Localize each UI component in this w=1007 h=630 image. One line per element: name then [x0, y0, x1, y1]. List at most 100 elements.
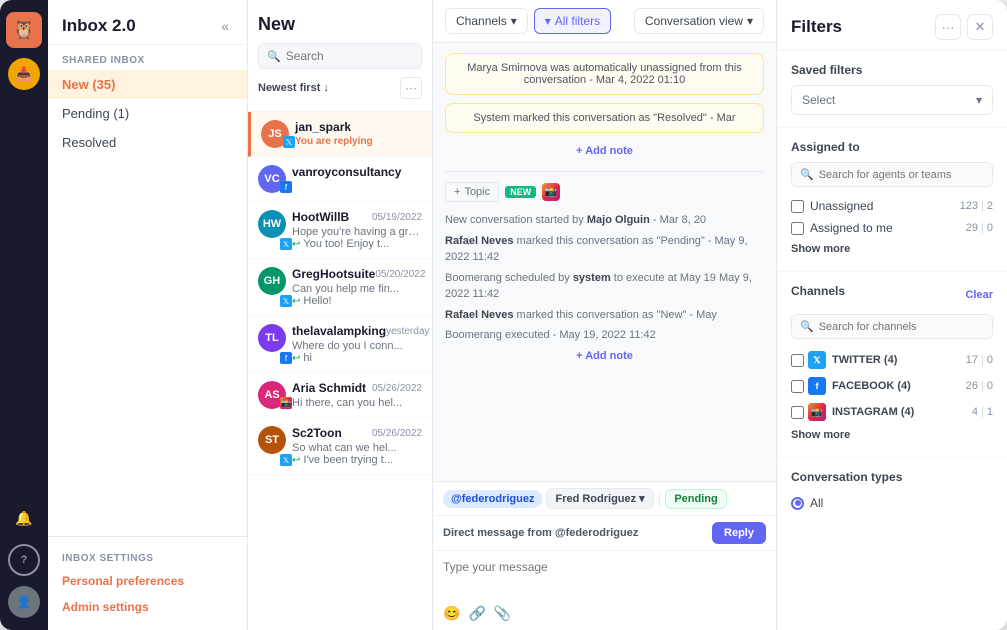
conv-item-hootwillb[interactable]: HW HootWillB 05/19/2022 Hope you're havi… — [248, 202, 432, 259]
reply-user-tag[interactable]: @federodriguez — [443, 490, 542, 508]
avatar-sc2toon: ST — [258, 426, 286, 454]
channels-search-box[interactable]: 🔍 — [791, 314, 993, 339]
admin-settings-link[interactable]: Admin settings — [48, 594, 247, 620]
bell-icon[interactable]: 🔔 — [8, 502, 40, 534]
reply-text-area[interactable] — [433, 551, 776, 601]
reply-status-tag[interactable]: Pending — [665, 489, 726, 509]
channels-section: Channels Clear 🔍 𝕏 TWITTER (4) 17 — [777, 272, 1007, 458]
conv-item-lavalamp[interactable]: TL thelavalampking yesterday Where do yo… — [248, 316, 432, 373]
search-channels-icon: 🔍 — [800, 320, 814, 333]
facebook-count: 26 | 0 — [966, 380, 993, 392]
saved-filters-dropdown[interactable]: Select ▾ — [791, 85, 993, 115]
facebook-checkbox[interactable] — [791, 380, 804, 393]
conv-types-title: Conversation types — [791, 470, 993, 484]
avatar-lavalamp: TL — [258, 324, 286, 352]
reply-toolbar: @federodriguez Fred Rodriguez ▾ | Pendin… — [433, 482, 776, 516]
channels-filter-button[interactable]: Channels ▾ — [445, 8, 528, 34]
filters-panel: Filters ··· ✕ Saved filters Select ▾ Ass… — [777, 0, 1007, 630]
conv-type-all-row[interactable]: All — [791, 492, 993, 514]
more-options-icon-button[interactable]: ··· — [935, 14, 961, 40]
twitter-channel-icon-greg: 𝕏 — [280, 295, 292, 307]
reply-agent-tag[interactable]: Fred Rodriguez ▾ — [546, 488, 653, 509]
sort-row: Newest first ↓ ··· — [258, 77, 422, 103]
conv-item-jan-spark[interactable]: JS jan_spark You are replying 𝕏 — [248, 112, 432, 157]
twitter-checkbox[interactable] — [791, 354, 804, 367]
inbox-icon[interactable]: 📥 — [8, 58, 40, 90]
personal-preferences-link[interactable]: Personal preferences — [48, 568, 247, 594]
saved-filters-section: Saved filters Select ▾ — [777, 51, 1007, 128]
conv-messages: Marya Smirnova was automatically unassig… — [433, 43, 776, 481]
nav-item-pending[interactable]: Pending (1) — [48, 99, 247, 128]
emoji-icon[interactable]: 😊 — [443, 605, 460, 622]
conv-item-aria[interactable]: AS Aria Schmidt 05/26/2022 Hi there, can… — [248, 373, 432, 418]
assigned-to-search-box[interactable]: 🔍 — [791, 162, 993, 187]
twitter-channel-icon-hootwillb: 𝕏 — [280, 238, 292, 250]
reply-button[interactable]: Reply — [712, 522, 766, 544]
unassigned-row: Unassigned 123 | 2 — [791, 195, 993, 217]
instagram-channel-row: 📸 INSTAGRAM (4) 4 | 1 — [791, 399, 993, 425]
add-note-button-1[interactable]: + Add note — [445, 141, 764, 161]
unassigned-label[interactable]: Unassigned — [791, 199, 873, 213]
add-note-button-2[interactable]: + Add note — [445, 346, 764, 366]
event-3: Boomerang scheduled by system to execute… — [445, 268, 764, 305]
assigned-show-more[interactable]: Show more — [791, 239, 993, 259]
topic-bar: + Topic NEW 📸 — [445, 182, 764, 202]
twitter-icon: 𝕏 — [808, 351, 826, 369]
help-icon[interactable]: ? — [8, 544, 40, 576]
nav-section-label: Shared Inbox — [48, 45, 247, 70]
assigned-to-title: Assigned to — [791, 140, 993, 154]
conv-item-sc2toon[interactable]: ST Sc2Toon 05/26/2022 So what can we hel… — [248, 418, 432, 475]
close-filters-button[interactable]: ✕ — [967, 14, 993, 40]
direct-message-bar: Direct message from @federodriguez Reply — [433, 516, 776, 551]
attachment-icon[interactable]: 📎 — [494, 605, 511, 622]
event-5: Boomerang executed - May 19, 2022 11:42 — [445, 325, 764, 346]
instagram-checkbox[interactable] — [791, 406, 804, 419]
nav-item-resolved[interactable]: Resolved — [48, 128, 247, 157]
facebook-channel-icon-lavalamp: f — [280, 352, 292, 364]
search-box[interactable]: 🔍 — [258, 43, 422, 69]
instagram-badge-icon: 📸 — [542, 183, 560, 201]
user-avatar[interactable]: 👤 — [8, 586, 40, 618]
radio-all — [791, 497, 804, 510]
search-input[interactable] — [286, 49, 413, 63]
direct-message-label: Direct message from @federodriguez — [443, 527, 638, 539]
channels-clear-link[interactable]: Clear — [965, 289, 993, 301]
conv-item-greghootsuite[interactable]: GH GregHootsuite 05/20/2022 Can you help… — [248, 259, 432, 316]
more-options-button[interactable]: ··· — [400, 77, 422, 99]
link-icon[interactable]: 🔗 — [468, 605, 485, 622]
filters-title: Filters — [791, 17, 842, 37]
conv-item-vanroy[interactable]: VC vanroyconsultancy f — [248, 157, 432, 202]
collapse-button[interactable]: « — [217, 16, 233, 36]
channels-title: Channels — [791, 284, 845, 298]
event-2: Rafael Neves marked this conversation as… — [445, 231, 764, 268]
channels-search-input[interactable] — [819, 321, 984, 333]
event-message-1: Marya Smirnova was automatically unassig… — [445, 53, 764, 95]
search-icon: 🔍 — [267, 50, 281, 63]
channels-show-more[interactable]: Show more — [791, 425, 993, 445]
saved-filters-title: Saved filters — [791, 63, 993, 77]
reply-input[interactable] — [443, 560, 766, 574]
channels-header-row: Channels Clear — [791, 284, 993, 306]
left-sidebar: 🦉 📥 🔔 ? 👤 — [0, 0, 48, 630]
separator-pipe: | — [658, 491, 662, 507]
unassigned-checkbox[interactable] — [791, 200, 804, 213]
nav-header: Inbox 2.0 « — [48, 0, 247, 45]
app-window: 🦉 📥 🔔 ? 👤 Inbox 2.0 « Shared Inbox New (… — [0, 0, 1007, 630]
assigned-to-me-count: 29 | 0 — [966, 222, 993, 234]
conv-list-panel: New 🔍 Newest first ↓ ··· JS — [248, 0, 433, 630]
twitter-channel-icon: 𝕏 — [283, 136, 295, 148]
all-filters-button[interactable]: ▾ All filters — [534, 8, 611, 34]
sort-button[interactable]: Newest first ↓ — [258, 82, 329, 94]
nav-footer-label: Inbox Settings — [48, 547, 247, 568]
topic-badge[interactable]: + Topic — [445, 182, 499, 202]
conversation-view-button[interactable]: Conversation view ▾ — [634, 8, 764, 34]
assigned-to-search-input[interactable] — [819, 169, 984, 181]
reply-icons-row: 😊 🔗 📎 — [433, 601, 776, 630]
facebook-icon: f — [808, 377, 826, 395]
assigned-to-me-checkbox[interactable] — [791, 222, 804, 235]
nav-footer: Inbox Settings Personal preferences Admi… — [48, 536, 247, 630]
assigned-to-me-label[interactable]: Assigned to me — [791, 221, 893, 235]
new-badge: NEW — [505, 186, 536, 198]
conv-main-panel: Channels ▾ ▾ All filters Conversation vi… — [433, 0, 777, 630]
nav-item-new[interactable]: New (35) — [48, 70, 247, 99]
